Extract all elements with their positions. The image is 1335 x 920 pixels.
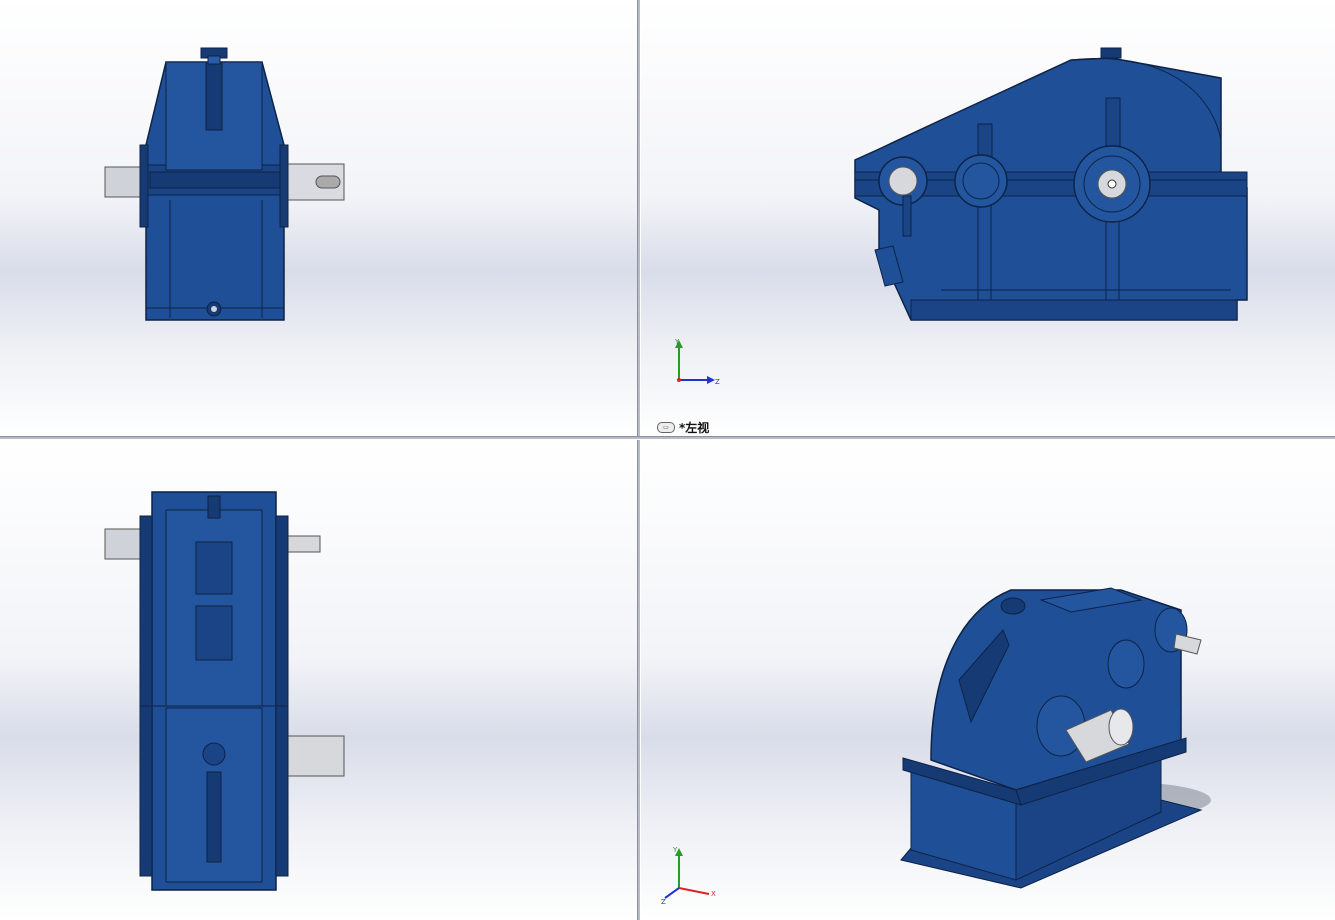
viewport-top[interactable] — [0, 440, 637, 920]
axis-z-label: Z — [715, 378, 720, 386]
gearbox-isometric-view[interactable] — [641, 440, 1335, 920]
axis-y-label: Y — [674, 338, 680, 346]
coordinate-triad-iso: Y X Z — [661, 846, 716, 906]
coordinate-triad: Y Z — [674, 338, 720, 386]
vertical-splitter[interactable] — [637, 0, 641, 920]
gearbox-left-view[interactable] — [641, 0, 1335, 436]
view-name: *左视 — [679, 421, 710, 435]
viewport-isometric[interactable]: Y X Z — [641, 440, 1335, 920]
axis-x-label-iso: X — [711, 890, 716, 898]
viewport-grid: Y Z ▭ *左视 Y X Z — [0, 0, 1335, 920]
axis-z-label-iso: Z — [661, 898, 666, 906]
gearbox-top-view[interactable] — [0, 440, 637, 920]
view-orientation-icon: ▭ — [657, 422, 675, 433]
axis-y-label-iso: Y — [672, 846, 678, 854]
view-orientation-label: ▭ *左视 — [657, 419, 709, 436]
horizontal-splitter[interactable] — [0, 436, 1335, 440]
viewport-left[interactable]: Y Z ▭ *左视 — [641, 0, 1335, 436]
viewport-front[interactable] — [0, 0, 637, 436]
gearbox-front-view[interactable] — [0, 0, 637, 436]
